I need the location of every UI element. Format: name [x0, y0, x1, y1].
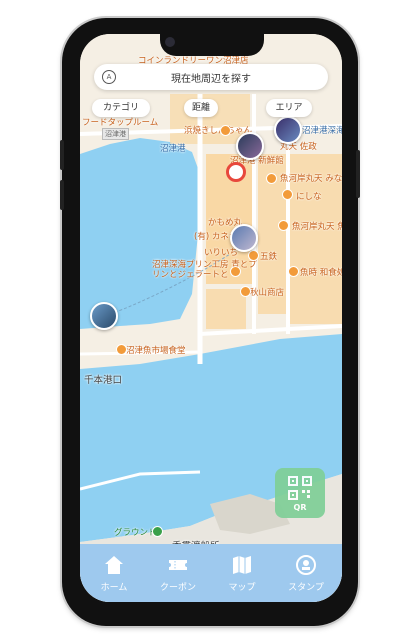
map-label[interactable]: 魚河岸丸天 魚河	[292, 220, 342, 232]
stamp-icon	[296, 555, 316, 575]
map-label[interactable]: にしな	[296, 190, 322, 202]
filter-distance-chip[interactable]: 距離	[184, 99, 218, 117]
restaurant-pin-icon[interactable]	[266, 173, 277, 184]
tab-coupon[interactable]: クーポン	[148, 552, 208, 596]
map-label[interactable]: 千本港口	[84, 372, 122, 386]
map-label[interactable]: 魚河岸丸天 みなと店	[280, 172, 342, 184]
tab-label: スタンプ	[288, 583, 324, 593]
map-label[interactable]: 沼津港深海水族館	[302, 124, 342, 136]
map-label[interactable]: 沼津港	[160, 142, 186, 154]
map-label[interactable]: 五鉄	[260, 250, 277, 262]
phone-volume-button	[60, 180, 64, 210]
tab-label: クーポン	[159, 583, 196, 593]
photo-spot-marker[interactable]	[230, 224, 258, 252]
photo-spot-marker[interactable]	[90, 302, 118, 330]
map-label[interactable]: いりいち	[204, 246, 238, 258]
tab-home[interactable]: ホーム	[84, 552, 144, 596]
restaurant-pin-icon[interactable]	[220, 125, 231, 136]
map-icon	[233, 556, 251, 574]
home-icon	[105, 556, 123, 574]
tab-label: ホーム	[100, 583, 128, 593]
map-label[interactable]: 魚時 和食処	[300, 266, 342, 278]
qr-scan-button[interactable]: QR	[275, 468, 325, 518]
restaurant-pin-icon[interactable]	[248, 250, 259, 261]
bottom-tab-bar: ホーム クーポン マップ スタンプ	[80, 544, 342, 602]
search-placeholder: 現在地周辺を探す	[171, 74, 251, 85]
map-label[interactable]: 沼津深海プリン工房 青とプリンとジェラートと	[152, 260, 262, 280]
ticket-icon	[169, 560, 187, 570]
map-label[interactable]: 沼津魚市場食堂	[126, 344, 186, 356]
restaurant-pin-icon[interactable]	[116, 344, 127, 355]
map-label[interactable]: 秋山商店	[250, 286, 284, 298]
phone-notch	[160, 28, 264, 56]
restaurant-pin-icon[interactable]	[288, 266, 299, 277]
location-search-bar[interactable]: A 現在地周辺を探す	[94, 64, 328, 90]
phone-volume-button	[60, 140, 64, 170]
front-camera	[165, 37, 175, 47]
filter-category-chip[interactable]: カテゴリ	[92, 99, 150, 117]
photo-spot-marker[interactable]	[236, 132, 264, 160]
app-screen: コインランドリーワン沼津店 フードタップルーム 沼津港 浜焼きしんちゃん 沼津港…	[80, 34, 342, 602]
map-label[interactable]: フードタップルーム	[82, 116, 158, 128]
qr-code-icon	[288, 476, 312, 500]
filter-area-chip[interactable]: エリア	[266, 99, 312, 117]
station-label[interactable]: 沼津港	[102, 128, 129, 140]
restaurant-pin-icon[interactable]	[278, 220, 289, 231]
park-pin-icon[interactable]	[152, 526, 163, 537]
phone-power-button	[356, 150, 360, 198]
map-label[interactable]: グラウンド	[114, 526, 157, 538]
cafe-pin-icon[interactable]	[230, 266, 241, 277]
tab-label: マップ	[228, 583, 256, 593]
photo-spot-marker[interactable]	[274, 116, 302, 144]
tab-stamp[interactable]: スタンプ	[276, 552, 336, 596]
tab-map[interactable]: マップ	[212, 552, 272, 596]
qr-label: QR	[293, 503, 307, 512]
current-location-icon	[226, 162, 246, 182]
shop-pin-icon[interactable]	[240, 286, 251, 297]
restaurant-pin-icon[interactable]	[282, 189, 293, 200]
